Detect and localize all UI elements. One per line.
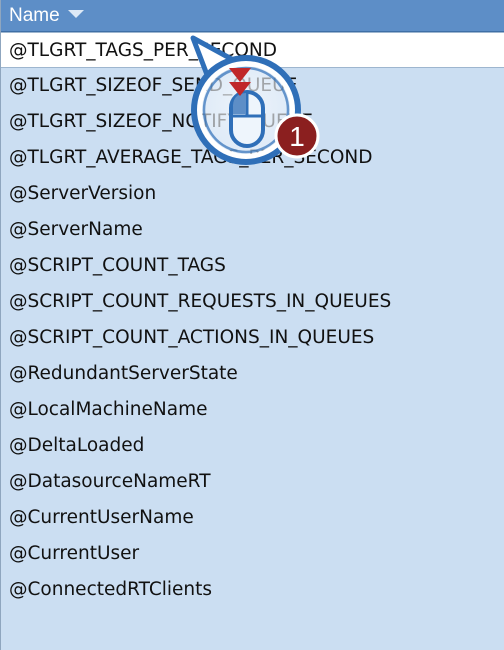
list-item[interactable]: @SCRIPT_COUNT_ACTIONS_IN_QUEUES [1,320,504,356]
list-item[interactable]: @LocalMachineName [1,392,504,428]
name-column-label: Name [9,5,60,26]
list-item[interactable]: @CurrentUser [1,536,504,572]
list-item[interactable]: @SCRIPT_COUNT_TAGS [1,248,504,284]
list-item[interactable]: @TLGRT_SIZEOF_SEND_QUEUE [1,68,504,104]
list-item[interactable]: @TLGRT_AVERAGE_TAGS_PER_SECOND [1,140,504,176]
list-item[interactable]: @CurrentUserName [1,500,504,536]
list-item[interactable]: @SCRIPT_COUNT_REQUESTS_IN_QUEUES [1,284,504,320]
list-item[interactable]: @TLGRT_TAGS_PER_SECOND [1,32,504,68]
list-item[interactable]: @TLGRT_SIZEOF_NOTIFY_QUEUE [1,104,504,140]
list-item[interactable]: @ConnectedRTClients [1,572,504,608]
chevron-down-icon[interactable] [67,9,84,18]
list-item[interactable]: @DeltaLoaded [1,428,504,464]
tag-list: @TLGRT_TAGS_PER_SECOND @TLGRT_SIZEOF_SEN… [1,32,504,608]
list-item[interactable]: @ServerVersion [1,176,504,212]
tag-list-pane: Name @TLGRT_TAGS_PER_SECOND @TLGRT_SIZEO… [0,0,504,650]
name-column-header[interactable]: Name [1,0,504,32]
list-item[interactable]: @DatasourceNameRT [1,464,504,500]
list-item[interactable]: @ServerName [1,212,504,248]
list-item[interactable]: @RedundantServerState [1,356,504,392]
